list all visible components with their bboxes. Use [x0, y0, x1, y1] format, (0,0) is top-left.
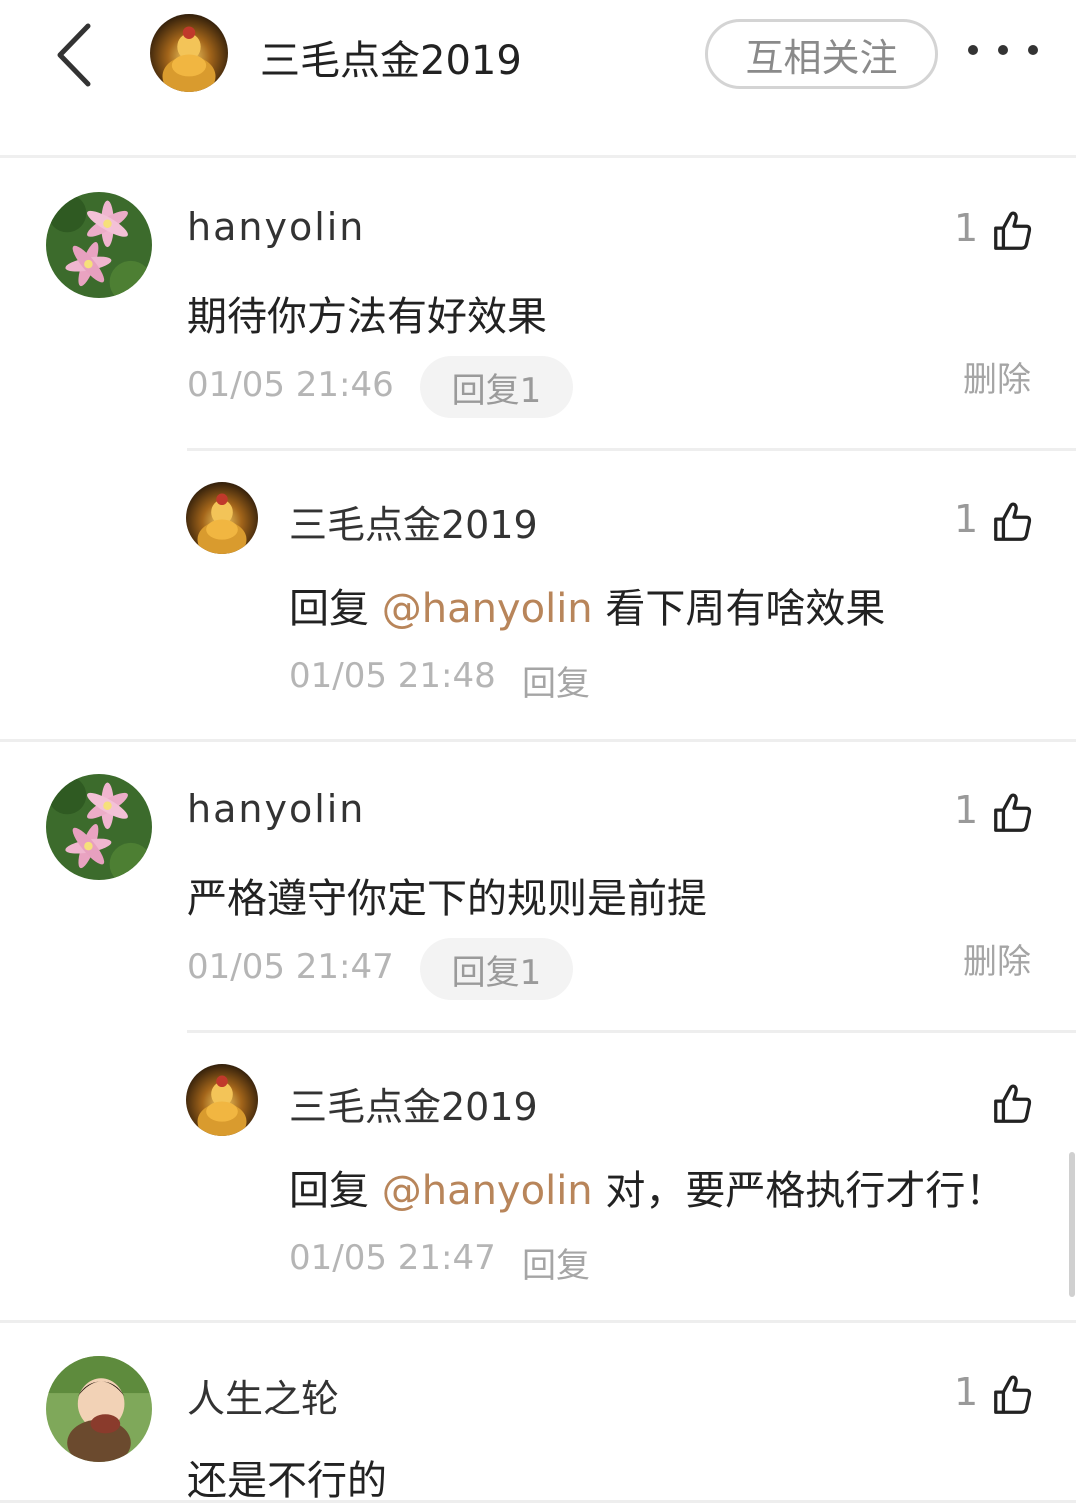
reply-button[interactable]: 回复	[522, 1238, 590, 1287]
comment-username[interactable]: 人生之轮	[187, 1368, 339, 1423]
reply-text: 回复 @hanyolin 看下周有啥效果	[289, 576, 885, 634]
comment-text: 期待你方法有好效果	[187, 294, 547, 340]
reply-body: 看下周有啥效果	[605, 586, 886, 632]
delete-button[interactable]: 删除	[963, 934, 1031, 983]
like-count: 1	[954, 788, 979, 832]
avatar[interactable]	[46, 1356, 152, 1462]
thumbs-up-icon[interactable]	[990, 1372, 1036, 1418]
mention-link[interactable]: @hanyolin	[382, 586, 593, 632]
divider	[0, 1500, 1076, 1503]
thumbs-up-icon[interactable]	[990, 208, 1036, 254]
reply-time: 01/05 21:48	[289, 656, 496, 696]
comment-username[interactable]: hanyolin	[187, 787, 365, 831]
reply-prefix: 回复	[289, 1168, 369, 1214]
thumbs-up-icon[interactable]	[990, 1081, 1036, 1127]
reply-username[interactable]: 三毛点金2019	[289, 494, 538, 549]
like-count: 1	[954, 206, 979, 250]
reply-count-button[interactable]: 回复1	[420, 356, 573, 418]
reply-text: 回复 @hanyolin 对，要严格执行才行！	[289, 1158, 1005, 1216]
top-bar: 三毛点金2019 互相关注	[0, 0, 1076, 158]
avatar[interactable]	[46, 192, 152, 298]
comment-time: 01/05 21:47	[187, 947, 394, 987]
reply-button[interactable]: 回复	[522, 656, 590, 705]
avatar[interactable]	[186, 1064, 258, 1136]
scrollbar[interactable]	[1069, 1152, 1075, 1297]
author-avatar[interactable]	[150, 14, 228, 92]
divider	[0, 739, 1076, 742]
thumbs-up-icon[interactable]	[990, 499, 1036, 545]
avatar[interactable]	[186, 482, 258, 554]
like-count: 1	[954, 497, 979, 541]
divider	[187, 448, 1076, 451]
mention-link[interactable]: @hanyolin	[382, 1168, 593, 1214]
thumbs-up-icon[interactable]	[990, 790, 1036, 836]
divider	[0, 1320, 1076, 1323]
back-arrow-icon[interactable]	[50, 20, 110, 90]
comment-username[interactable]: hanyolin	[187, 205, 365, 249]
follow-button[interactable]: 互相关注	[705, 19, 938, 89]
delete-button[interactable]: 删除	[963, 352, 1031, 401]
comment-text: 严格遵守你定下的规则是前提	[187, 876, 707, 922]
divider	[187, 1030, 1076, 1033]
author-name[interactable]: 三毛点金2019	[260, 28, 522, 86]
reply-prefix: 回复	[289, 586, 369, 632]
comment-text: 还是不行的	[187, 1458, 387, 1504]
reply-count-button[interactable]: 回复1	[420, 938, 573, 1000]
like-count: 1	[954, 1370, 979, 1414]
avatar[interactable]	[46, 774, 152, 880]
comment-time: 01/05 21:46	[187, 365, 394, 405]
reply-time: 01/05 21:47	[289, 1238, 496, 1278]
more-dots-icon[interactable]	[968, 30, 1038, 70]
reply-body: 对，要严格执行才行！	[605, 1168, 1006, 1214]
reply-username[interactable]: 三毛点金2019	[289, 1076, 538, 1131]
